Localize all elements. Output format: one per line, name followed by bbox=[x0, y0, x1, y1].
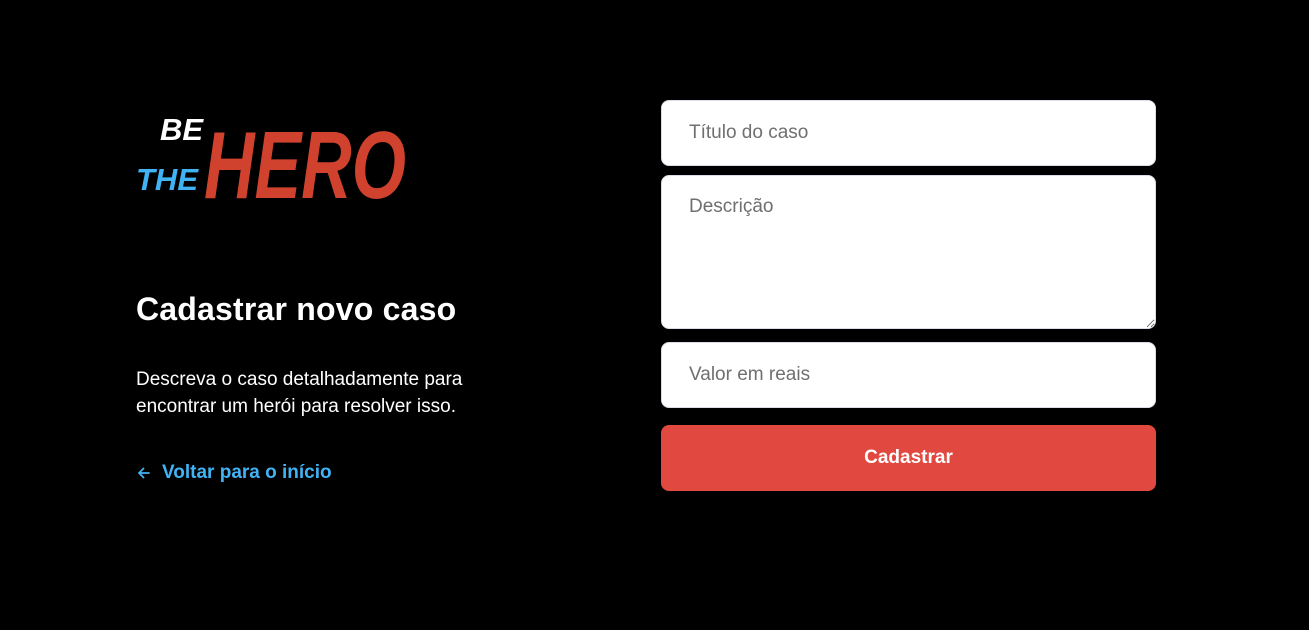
back-to-home-link[interactable]: Voltar para o início bbox=[136, 462, 332, 484]
value-input[interactable] bbox=[661, 342, 1156, 408]
back-link-label: Voltar para o início bbox=[162, 462, 332, 483]
logo-hero-text: HERO bbox=[204, 112, 406, 218]
description-textarea[interactable] bbox=[661, 175, 1156, 329]
logo-be-text: BE bbox=[160, 112, 204, 147]
page-description: Descreva o caso detalhadamente para enco… bbox=[136, 369, 463, 417]
title-input[interactable] bbox=[661, 100, 1156, 166]
new-incident-page: BE THE HERO Cadastrar novo caso Descreva… bbox=[0, 0, 1309, 630]
intro-section: BE THE HERO Cadastrar novo caso Descreva… bbox=[136, 94, 516, 483]
be-the-hero-logo: BE THE HERO bbox=[136, 112, 406, 218]
logo-the-text: THE bbox=[136, 162, 199, 197]
page-title: Cadastrar novo caso bbox=[136, 291, 457, 327]
submit-button[interactable]: Cadastrar bbox=[661, 425, 1156, 491]
arrow-left-icon bbox=[138, 467, 150, 479]
